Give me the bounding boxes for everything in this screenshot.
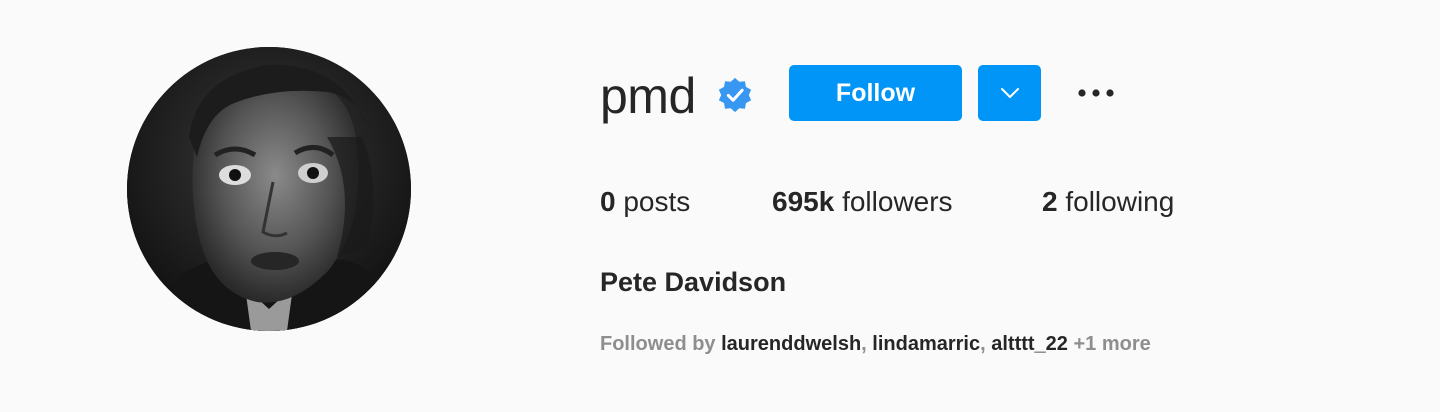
followed-by-account: altttt_22 — [991, 333, 1068, 355]
posts-label: posts — [623, 186, 691, 217]
more-options-icon — [1078, 89, 1114, 97]
more-options-button[interactable] — [1070, 72, 1122, 114]
posts-stat: 0 posts — [600, 182, 690, 222]
separator: , — [861, 333, 873, 355]
followed-by-prefix: Followed by — [600, 333, 716, 355]
separator: , — [980, 333, 992, 355]
posts-count: 0 — [600, 186, 616, 217]
avatar[interactable] — [127, 47, 411, 331]
followers-label: followers — [842, 186, 953, 217]
followed-by-account: lindamarric — [872, 333, 981, 355]
chevron-down-icon — [1000, 88, 1019, 98]
full-name: Pete Davidson — [600, 267, 787, 297]
followed-by-more: +1 more — [1073, 333, 1151, 355]
username: pmd — [600, 68, 696, 124]
profile-header: pmd Follow 0 posts 695k followers 2 foll… — [0, 0, 1440, 412]
following-stat[interactable]: 2 following — [1042, 182, 1174, 222]
followers-stat[interactable]: 695k followers — [772, 182, 953, 222]
followers-count: 695k — [772, 186, 835, 217]
following-label: following — [1065, 186, 1175, 217]
avatar-photo — [127, 47, 411, 331]
verified-badge-icon — [718, 77, 752, 113]
following-count: 2 — [1042, 186, 1058, 217]
followed-by-line[interactable]: Followed by laurenddwelsh, lindamarric, … — [600, 330, 1151, 358]
suggested-accounts-dropdown-button[interactable] — [978, 65, 1041, 121]
followed-by-account: laurenddwelsh — [721, 333, 862, 355]
follow-button[interactable]: Follow — [789, 65, 962, 121]
